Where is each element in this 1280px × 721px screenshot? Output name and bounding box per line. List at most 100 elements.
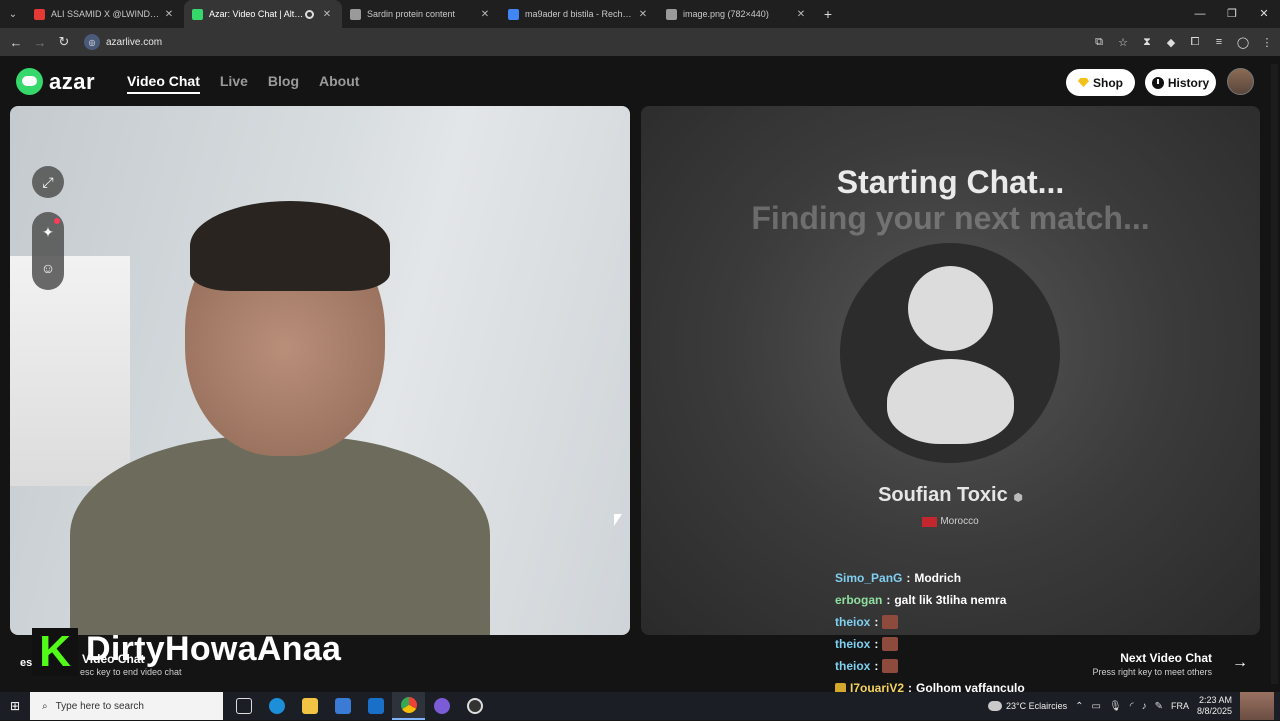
windows-start-icon[interactable]: ⊞	[0, 699, 30, 713]
gem-icon	[1078, 78, 1089, 87]
browser-tab[interactable]: ALI SSAMID X @LWINDofficiel✕	[26, 0, 184, 28]
tab-close-icon[interactable]: ✕	[320, 9, 334, 20]
match-name: Soufian Toxic ⬢	[878, 484, 1023, 506]
install-app-icon[interactable]: ⧉	[1092, 36, 1106, 49]
pen-icon[interactable]: ✎	[1155, 701, 1163, 712]
restore-icon[interactable]: ❐	[1216, 0, 1248, 28]
volume-icon[interactable]: ♪	[1142, 701, 1147, 712]
expand-icon[interactable]: ⤢	[32, 166, 64, 198]
tab-title: Azar: Video Chat | Alternative	[209, 9, 305, 19]
tab-search-icon[interactable]: ⌄	[0, 0, 26, 28]
new-tab-button[interactable]: +	[816, 6, 840, 22]
taskbar-search[interactable]: ⌕ Type here to search	[30, 692, 223, 720]
tab-title: ma9ader d bistila - Recherche G	[525, 9, 636, 19]
notification-dot	[54, 218, 60, 224]
chat-text: galt lik 3tliha nemra	[894, 593, 1007, 607]
media-control-icon[interactable]: ≡	[1212, 36, 1226, 48]
tab-favicon-icon	[508, 8, 519, 20]
chat-username: theiox	[835, 637, 871, 651]
chat-message: theiox:	[835, 655, 1025, 677]
face-filter-icon[interactable]: ☺	[32, 252, 64, 284]
nav-item-about[interactable]: About	[319, 73, 359, 94]
microphone-icon[interactable]: 🎙	[1109, 701, 1122, 712]
file-explorer-icon[interactable]	[293, 692, 326, 720]
profile-icon[interactable]: ◯	[1236, 36, 1250, 49]
nav-item-video-chat[interactable]: Video Chat	[127, 73, 200, 94]
task-view-icon[interactable]	[227, 692, 260, 720]
tab-title: ALI SSAMID X @LWINDofficiel	[51, 9, 162, 19]
user-avatar[interactable]	[1227, 68, 1254, 95]
match-country: Morocco	[641, 516, 1260, 527]
chrome-icon[interactable]	[392, 692, 425, 720]
tab-favicon-icon	[192, 8, 203, 20]
chat-emote-icon	[882, 659, 899, 673]
url-text: azarlive.com	[106, 36, 163, 48]
nav-item-blog[interactable]: Blog	[268, 73, 299, 94]
chat-separator: :	[886, 593, 891, 607]
close-icon[interactable]: ✕	[1248, 0, 1280, 28]
page-scrollbar[interactable]	[1271, 64, 1278, 684]
site-info-icon[interactable]: ◎	[84, 34, 100, 50]
browser-tab[interactable]: image.png (782×440) ✕	[658, 0, 816, 28]
tab-close-icon[interactable]: ✕	[636, 9, 650, 20]
azar-logo[interactable]: azar	[16, 68, 95, 95]
next-chat-title: Next Video Chat	[1120, 651, 1212, 665]
window-controls: — ❐ ✕	[1184, 0, 1280, 28]
person-body	[70, 436, 490, 635]
extension-diamond-icon[interactable]: ◆	[1164, 36, 1178, 49]
browser-tab[interactable]: ma9ader d bistila - Recherche G✕	[500, 0, 658, 28]
azar-page: azar Video Chat Live Blog About Shop Histor…	[0, 56, 1280, 717]
outlook-icon[interactable]	[359, 692, 392, 720]
chat-emote-icon	[882, 615, 899, 629]
taskbar-apps	[227, 692, 491, 720]
obs-icon[interactable]	[458, 692, 491, 720]
weather-widget[interactable]: 23°C Eclaircies	[988, 701, 1067, 711]
url-field[interactable]: ◎ azarlive.com	[84, 31, 162, 53]
tab-favicon-icon	[350, 8, 361, 20]
history-button[interactable]: History	[1145, 69, 1216, 96]
bookmark-star-icon[interactable]: ☆	[1116, 36, 1130, 49]
nav-item-live[interactable]: Live	[220, 73, 248, 94]
system-tray: 23°C Eclaircies ⌃ ▭ 🎙 ◜ ♪ ✎ FRA 2:23 AM …	[988, 692, 1280, 720]
browser-tab[interactable]: Sardin protein content ✕	[342, 0, 500, 28]
language-indicator[interactable]: FRA	[1171, 701, 1189, 711]
tray-chevron-icon[interactable]: ⌃	[1075, 701, 1083, 712]
chat-separator: :	[874, 659, 879, 673]
reload-icon[interactable]: ↻	[52, 34, 76, 50]
store-icon[interactable]	[326, 692, 359, 720]
discord-icon[interactable]	[425, 692, 458, 720]
recording-indicator-icon	[305, 9, 314, 19]
chat-username: Simo_PanG	[835, 571, 903, 585]
extensions-puzzle-icon[interactable]: ⧠	[1188, 36, 1202, 49]
chat-emote-icon	[882, 637, 899, 651]
translate-icon[interactable]: ⧗	[1140, 36, 1154, 49]
taskbar-search-placeholder: Type here to search	[55, 700, 144, 712]
network-icon[interactable]: ▭	[1092, 701, 1101, 712]
tab-close-icon[interactable]: ✕	[794, 9, 808, 20]
shop-label: Shop	[1093, 75, 1123, 90]
tab-favicon-icon	[666, 8, 677, 20]
menu-kebab-icon[interactable]: ⋮	[1260, 36, 1274, 49]
browser-tab[interactable]: Azar: Video Chat | Alternative ✕	[184, 0, 342, 28]
person-silhouette-body-icon	[887, 359, 1014, 444]
windows-taskbar: ⊞ ⌕ Type here to search 23°C Eclaircies …	[0, 692, 1280, 720]
person-silhouette-head-icon	[908, 266, 993, 351]
chat-message: theiox:	[835, 611, 1025, 633]
tab-close-icon[interactable]: ✕	[162, 9, 176, 20]
wifi-icon[interactable]: ◜	[1130, 701, 1134, 712]
forward-icon[interactable]: →	[28, 35, 52, 50]
finding-match-subtitle: Finding your next match...	[751, 200, 1150, 236]
chat-username: theiox	[835, 615, 871, 629]
shop-button[interactable]: Shop	[1066, 69, 1135, 96]
esc-key-chip[interactable]: es	[20, 657, 32, 669]
tab-favicon-icon	[34, 8, 45, 20]
effects-toolbar: ✦ ☺	[32, 212, 64, 290]
tab-close-icon[interactable]: ✕	[478, 9, 492, 20]
taskbar-clock[interactable]: 2:23 AM 8/8/2025	[1197, 695, 1232, 717]
next-chat-hint: Press right key to meet others	[1092, 667, 1212, 677]
back-icon[interactable]: ←	[4, 35, 28, 50]
minimize-icon[interactable]: —	[1184, 0, 1216, 28]
edge-icon[interactable]	[260, 692, 293, 720]
chat-message: erbogan: galt lik 3tliha nemra	[835, 589, 1025, 611]
next-arrow-icon[interactable]: →	[1227, 650, 1253, 676]
